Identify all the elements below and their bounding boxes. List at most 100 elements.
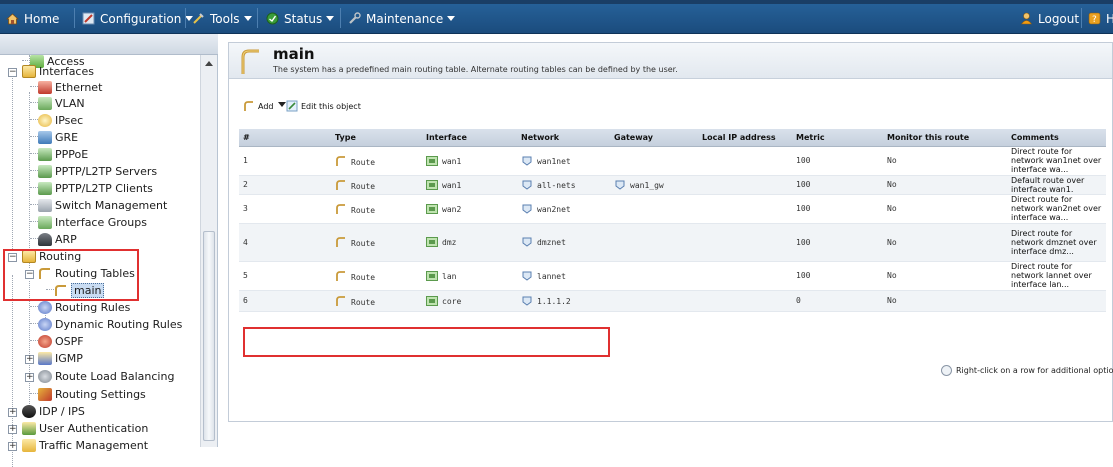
edit-object-button[interactable]: Edit this object	[286, 100, 361, 114]
metric-value: 100	[796, 271, 811, 280]
table-row[interactable]: 1 Route wan1 wan1net 100 No Direct route for n…	[239, 146, 1106, 176]
tree-item-arp-label: ARP	[55, 233, 77, 246]
menu-maintenance[interactable]: Maintenance	[348, 10, 456, 28]
tree-item-idp-ips[interactable]: IDP / IPS	[22, 404, 85, 420]
tree-item-pptp-clients-label: PPTP/L2TP Clients	[55, 182, 153, 195]
gre-icon	[38, 131, 52, 144]
tree-item-vlan[interactable]: VLAN	[30, 96, 85, 112]
tree-item-ipsec[interactable]: IPsec	[30, 113, 83, 129]
interface-icon	[426, 237, 438, 247]
tree-item-routing-rules[interactable]: Routing Rules	[30, 300, 130, 316]
menu-tools-label: Tools	[210, 12, 240, 26]
column-header[interactable]: Comments	[1007, 129, 1106, 147]
tree-scrollbar[interactable]	[200, 55, 217, 447]
menu-status[interactable]: Status	[266, 10, 335, 28]
tree-item-igmp[interactable]: IGMP	[38, 351, 83, 367]
expand-user-authentication-toggle[interactable]: +	[8, 425, 17, 434]
tree-item-dynamic-routing-rules[interactable]: Dynamic Routing Rules	[30, 317, 182, 333]
tree-item-igmp-label: IGMP	[55, 352, 83, 365]
chevron-down-icon	[447, 16, 456, 21]
main-content-panel: main The system has a predefined main ro…	[228, 42, 1113, 422]
metric-value: 100	[796, 237, 811, 247]
tree-item-interfaces[interactable]: Interfaces	[22, 64, 94, 80]
tree-connector	[12, 70, 13, 249]
column-header[interactable]: Type	[331, 129, 422, 147]
table-row[interactable]: 3 Route wan2 wan2net 100 No Direct route for n…	[239, 194, 1106, 224]
table-row[interactable]: 2 Route wan1 all-nets wan1_gw 100 No Default ro…	[239, 175, 1106, 195]
switch-icon	[38, 199, 52, 212]
column-header[interactable]: #	[239, 129, 331, 147]
tree-item-ethernet[interactable]: Ethernet	[30, 80, 102, 96]
network-name: 1.1.1.2	[537, 296, 571, 306]
routing-highlight-box	[3, 249, 139, 301]
tree-item-ethernet-label: Ethernet	[55, 81, 103, 94]
pptp-server-icon	[38, 165, 52, 178]
route-icon	[336, 237, 345, 247]
page-description: The system has a predefined main routing…	[273, 65, 678, 74]
chevron-down-icon	[326, 16, 335, 21]
network-object-icon	[522, 271, 532, 281]
column-header[interactable]: Network	[517, 129, 610, 147]
route-comment: Direct route for network dmznet over int…	[1011, 228, 1097, 256]
metric-value: 100	[796, 180, 811, 189]
column-header[interactable]: Local IP address	[698, 129, 792, 147]
help-button[interactable]: ? H	[1088, 10, 1113, 28]
table-row[interactable]: 6 Route core 1.1.1.2 0 No	[239, 290, 1106, 312]
gateway-name: wan1_gw	[630, 180, 664, 190]
tree-item-routing-settings[interactable]: Routing Settings	[30, 387, 146, 403]
table-row[interactable]: 5 Route lan lannet 100 No Direct route for net…	[239, 261, 1106, 291]
route-icon	[336, 295, 345, 306]
tree-item-traffic-management[interactable]: Traffic Management	[22, 438, 148, 454]
tree-item-user-authentication[interactable]: User Authentication	[22, 421, 148, 437]
route-icon	[336, 155, 345, 166]
column-header[interactable]: Monitor this route	[883, 129, 1007, 147]
network-object-icon	[522, 296, 532, 306]
menu-configuration[interactable]: Configuration	[82, 10, 194, 28]
tools-icon	[193, 13, 204, 24]
maintenance-icon	[349, 12, 361, 24]
tree-item-switch-management[interactable]: Switch Management	[30, 198, 167, 214]
column-header[interactable]: Gateway	[610, 129, 698, 147]
metric-value: 100	[796, 156, 811, 165]
row-number: 3	[243, 204, 248, 213]
tree-item-pppoe[interactable]: PPPoE	[30, 147, 88, 163]
menu-tools[interactable]: Tools	[192, 10, 252, 28]
top-stripe	[0, 0, 1113, 4]
interface-icon	[426, 155, 438, 166]
menu-home[interactable]: Home	[6, 10, 59, 28]
route-type: Route	[351, 181, 376, 191]
ethernet-icon	[38, 81, 52, 94]
tree-item-ospf[interactable]: OSPF	[30, 334, 84, 350]
expand-igmp-toggle[interactable]: +	[25, 355, 34, 364]
interface-name: dmz	[442, 238, 457, 247]
scrollbar-thumb[interactable]	[203, 231, 215, 441]
add-button[interactable]: Add	[243, 100, 286, 114]
route-comment: Direct route for network wan1net over in…	[1011, 147, 1102, 174]
vlan-icon	[38, 97, 52, 110]
monitor-value: No	[887, 296, 897, 305]
tree-item-pppoe-label: PPPoE	[55, 148, 89, 161]
column-header[interactable]: Metric	[792, 129, 883, 147]
tree-item-gre[interactable]: GRE	[30, 130, 78, 146]
route-icon	[336, 179, 345, 190]
row-number: 1	[243, 156, 248, 165]
chevron-down-icon	[277, 102, 286, 107]
logout-button[interactable]: Logout	[1020, 10, 1079, 28]
column-header[interactable]: Interface	[422, 129, 517, 147]
tree-item-pptp-servers[interactable]: PPTP/L2TP Servers	[30, 164, 157, 180]
help-icon: ?	[1088, 12, 1101, 25]
tree-item-interface-groups[interactable]: Interface Groups	[30, 215, 147, 231]
tree-item-arp[interactable]: ARP	[30, 232, 77, 248]
menu-separator	[1081, 8, 1082, 28]
collapse-interfaces-toggle[interactable]: −	[8, 68, 17, 77]
tree-item-route-load-balancing[interactable]: Route Load Balancing	[38, 369, 174, 385]
ipsec-icon	[38, 114, 52, 127]
scroll-up-icon[interactable]	[205, 61, 213, 66]
settings-icon	[38, 388, 52, 401]
tree-item-pptp-clients[interactable]: PPTP/L2TP Clients	[30, 181, 153, 197]
network-object-icon	[522, 156, 532, 166]
expand-route-load-balancing-toggle[interactable]: +	[25, 373, 34, 382]
route-icon	[336, 203, 345, 214]
expand-idp-ips-toggle[interactable]: +	[8, 408, 17, 417]
table-row[interactable]: 4 Route dmz dmznet 100 No Direct route for net…	[239, 223, 1106, 262]
